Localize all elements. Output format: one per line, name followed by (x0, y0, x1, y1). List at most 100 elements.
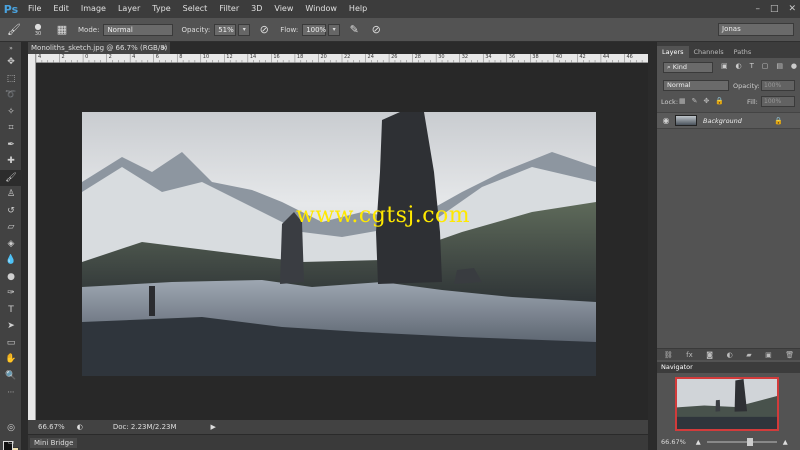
eye-icon[interactable]: ◉ (657, 116, 675, 125)
brush-preset-picker[interactable]: ● 30 (28, 22, 48, 38)
layer-row-background[interactable]: ◉ Background 🔒 (657, 112, 800, 129)
tab-layers[interactable]: Layers (657, 46, 689, 58)
navigator-footer: 66.67% ▲ ▲ (657, 434, 800, 450)
horizontal-ruler[interactable]: 4 2 0 2 4 6 8 10 12 14 16 18 20 22 24 26 28 30 32 34 36 38 40 4… (36, 54, 648, 63)
ruler-label: 0 (85, 54, 89, 60)
zoom-out-icon[interactable]: ▲ (696, 438, 701, 446)
pen-tool-icon[interactable]: ✑ (0, 285, 22, 302)
collapse-icon[interactable]: » (0, 42, 22, 54)
delete-layer-icon[interactable]: 🗑 (785, 351, 794, 359)
status-arrow-icon[interactable]: ▶ (211, 423, 216, 431)
dodge-tool-icon[interactable]: ● (0, 269, 22, 286)
tab-paths[interactable]: Paths (729, 46, 757, 58)
blur-tool-icon[interactable]: 💧 (0, 252, 22, 269)
ruler-label: 32 (461, 54, 469, 60)
filter-toggle-icon[interactable]: ● (791, 62, 797, 70)
zoom-slider[interactable] (706, 438, 777, 446)
paint-bucket-tool-icon[interactable]: ◈ (0, 236, 22, 253)
brush-tool-icon[interactable]: 🖌 (0, 169, 22, 186)
menu-window[interactable]: Window (299, 0, 343, 18)
close-window-button[interactable]: ✕ (788, 4, 796, 14)
vertical-ruler[interactable] (28, 54, 36, 420)
filter-type-icon[interactable]: T (750, 62, 754, 70)
adjustment-layer-icon[interactable]: ◐ (727, 351, 733, 359)
maximize-button[interactable]: □ (770, 4, 779, 14)
mini-bridge-tab[interactable]: Mini Bridge (30, 437, 78, 448)
lasso-tool-icon[interactable]: ➰ (0, 87, 22, 104)
navigator-title[interactable]: Navigator (661, 363, 693, 371)
ruler-label: 6 (155, 54, 159, 60)
blend-mode-select[interactable]: Normal (663, 80, 729, 91)
marquee-tool-icon[interactable]: ⬚ (0, 71, 22, 88)
menu-image[interactable]: Image (75, 0, 112, 18)
path-selection-tool-icon[interactable]: ➤ (0, 318, 22, 335)
menu-layer[interactable]: Layer (112, 0, 146, 18)
healing-brush-tool-icon[interactable]: ✚ (0, 153, 22, 170)
navigator-zoom[interactable]: 66.67% (661, 438, 686, 446)
menu-select[interactable]: Select (177, 0, 214, 18)
mode-select[interactable]: Normal (103, 23, 174, 36)
ruler-label: 36 (508, 54, 516, 60)
zoom-tool-icon[interactable]: 🔍 (0, 368, 22, 385)
lock-all-icon[interactable]: 🔒 (715, 97, 724, 105)
menu-help[interactable]: Help (343, 0, 373, 18)
zoom-level[interactable]: 66.67% (38, 423, 65, 431)
minimize-button[interactable]: – (755, 4, 760, 14)
navigator-thumbnail[interactable] (675, 377, 779, 431)
ruler-label: 2 (108, 54, 112, 60)
flow-input[interactable]: 100% (302, 23, 326, 36)
tab-channels[interactable]: Channels (689, 46, 729, 58)
history-brush-tool-icon[interactable]: ↺ (0, 203, 22, 220)
document-tab[interactable]: Monoliths_sketch.jpg @ 66.7% (RGB/8) × (28, 42, 170, 54)
filter-icons: ▣ ◐ T ▢ ▤ ● (721, 62, 797, 70)
artwork-image[interactable] (82, 112, 596, 376)
clone-stamp-tool-icon[interactable]: ♙ (0, 186, 22, 203)
layer-name[interactable]: Background (703, 117, 742, 125)
flow-dropdown-icon[interactable]: ▾ (328, 23, 341, 36)
menu-filter[interactable]: Filter (213, 0, 245, 18)
hand-tool-icon[interactable]: ✋ (0, 351, 22, 368)
zoom-slider-handle[interactable] (746, 438, 753, 446)
quick-select-tool-icon[interactable]: ✧ (0, 104, 22, 121)
link-layers-icon[interactable]: ⛓ (664, 351, 673, 359)
workspace-select[interactable]: Jonas (718, 23, 794, 36)
opacity-dropdown-icon[interactable]: ▾ (238, 23, 251, 36)
type-tool-icon[interactable]: T (0, 302, 22, 319)
new-group-icon[interactable]: ▰ (746, 351, 751, 359)
layer-style-icon[interactable]: fx (686, 351, 693, 359)
opacity-input[interactable]: 51% (214, 23, 237, 36)
menu-file[interactable]: File (22, 0, 47, 18)
kind-filter[interactable]: ⌕ Kind (663, 62, 713, 73)
new-layer-icon[interactable]: ▣ (765, 351, 772, 359)
menu-view[interactable]: View (268, 0, 299, 18)
shape-tool-icon[interactable]: ▭ (0, 335, 22, 352)
document-info[interactable]: Doc: 2.23M/2.23M (113, 423, 177, 431)
menu-edit[interactable]: Edit (47, 0, 75, 18)
filter-pixel-icon[interactable]: ▣ (721, 62, 728, 70)
crop-tool-icon[interactable]: ⌗ (0, 120, 22, 137)
filter-shape-icon[interactable]: ▢ (762, 62, 769, 70)
screen-mode-icon[interactable]: ▭ (0, 434, 22, 450)
close-document-icon[interactable]: × (161, 42, 167, 54)
lock-pixels-icon[interactable]: ✎ (692, 97, 698, 105)
zoom-in-icon[interactable]: ▲ (783, 438, 788, 446)
menu-3d[interactable]: 3D (245, 0, 268, 18)
filter-adjustment-icon[interactable]: ◐ (736, 62, 742, 70)
move-tool-icon[interactable]: ✥ (0, 54, 22, 71)
lock-position-icon[interactable]: ✥ (704, 97, 710, 105)
more-tools-icon[interactable]: ⋯ (0, 384, 22, 401)
brush-panel-toggle-icon[interactable]: ▦ (54, 22, 70, 38)
layer-opacity-input[interactable]: 100% (761, 80, 795, 91)
lock-transparent-icon[interactable]: ▦ (679, 97, 686, 105)
fill-input[interactable]: 100% (761, 96, 795, 107)
pressure-size-icon[interactable]: ⊘ (368, 22, 384, 38)
airbrush-icon[interactable]: ✎ (346, 22, 362, 38)
eyedropper-tool-icon[interactable]: ✒ (0, 137, 22, 154)
pressure-opacity-icon[interactable]: ⊘ (256, 22, 272, 38)
add-mask-icon[interactable]: ◙ (706, 351, 713, 359)
filter-smart-icon[interactable]: ▤ (776, 62, 783, 70)
brush-tool-icon[interactable]: 🖌 (6, 22, 22, 38)
menu-type[interactable]: Type (146, 0, 176, 18)
status-menu-icon[interactable]: ◐ (77, 423, 83, 431)
eraser-tool-icon[interactable]: ▱ (0, 219, 22, 236)
